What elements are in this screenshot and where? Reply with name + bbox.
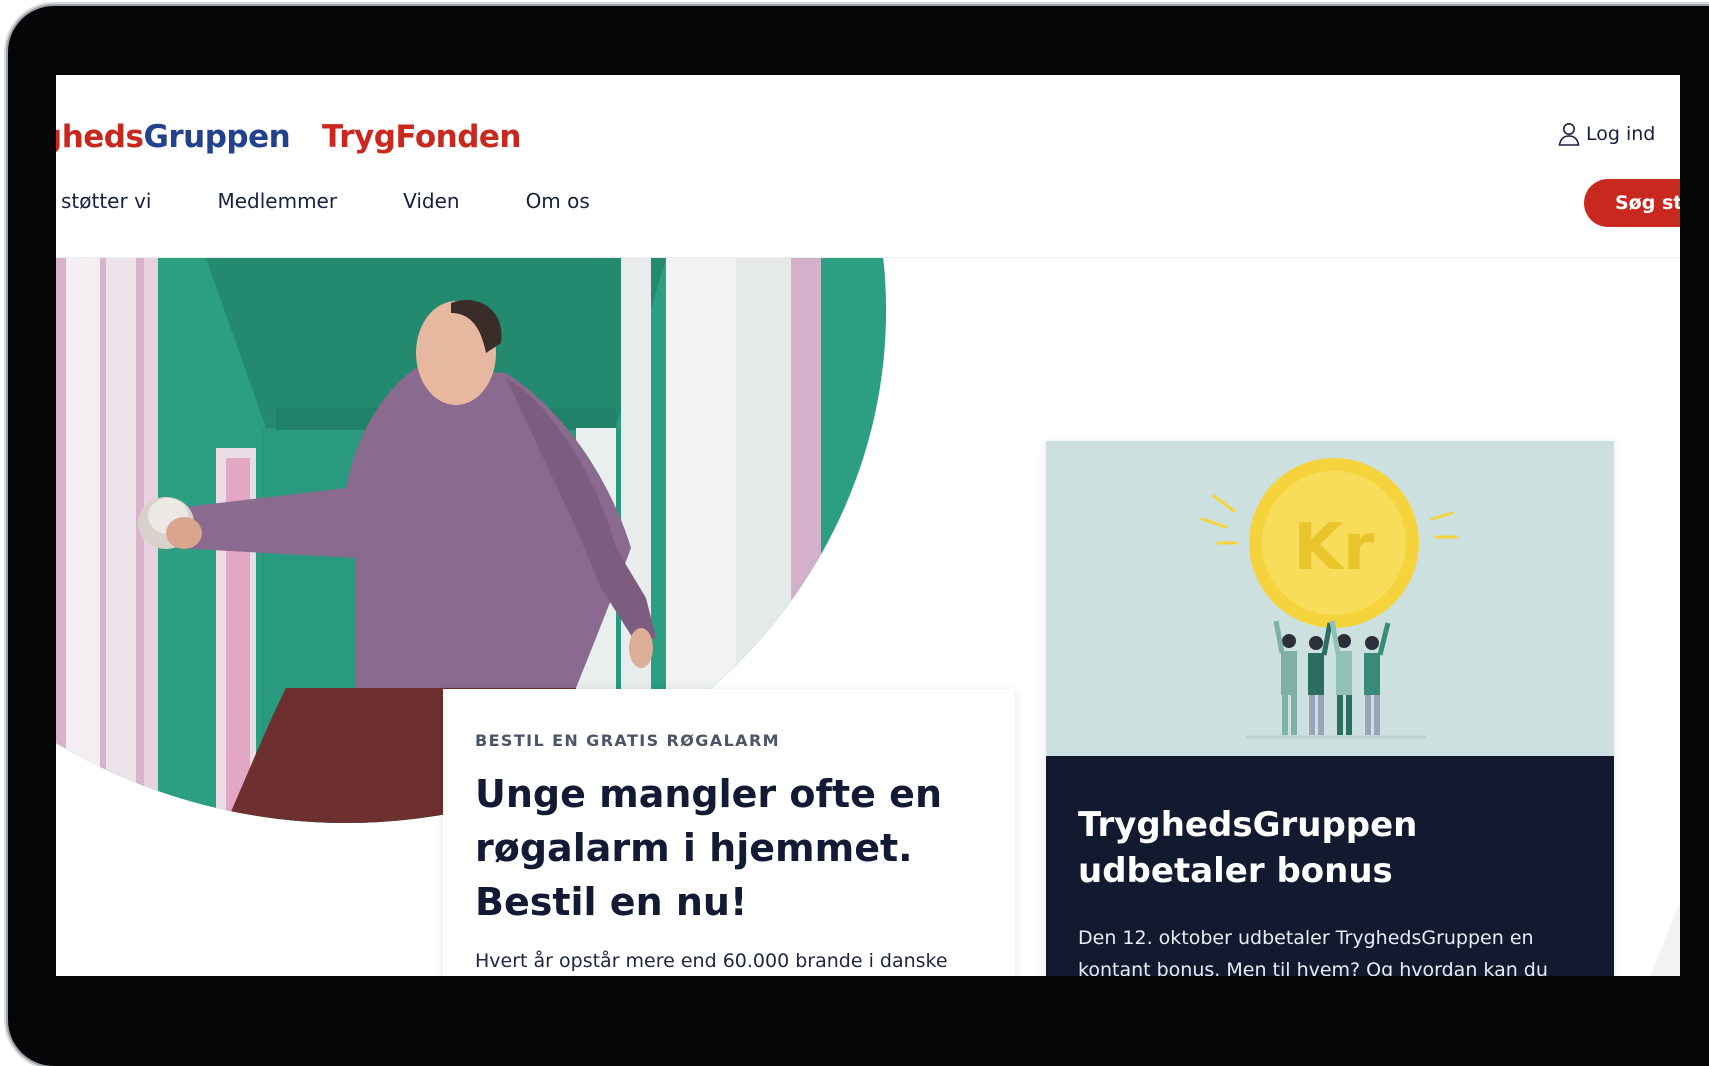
main-nav: støtter vi Medlemmer Viden Om os — [61, 189, 590, 213]
logo-text-blue: Gruppen — [143, 119, 291, 155]
bonus-card[interactable]: Kr TryghedsGruppen udbetaler bonus Den 1… — [1046, 441, 1614, 976]
logo-text-red-a: ghed — [56, 119, 126, 155]
login-label: Log ind — [1586, 123, 1656, 145]
promo-body: Hvert år opstår mere end 60.000 brande i… — [475, 950, 948, 972]
login-link[interactable]: Log ind — [1558, 122, 1655, 146]
nav-item-om-os[interactable]: Om os — [526, 189, 590, 213]
browser-viewport: ghedsGruppen TrygFonden Log ind støtter … — [56, 75, 1680, 976]
logo-text-red-b: s — [125, 119, 144, 155]
bonus-title: TryghedsGruppen udbetaler bonus — [1078, 805, 1418, 891]
background-shape — [1650, 902, 1680, 976]
bonus-illustration: Kr — [1046, 441, 1614, 756]
coin-people-illustration: Kr — [1200, 458, 1458, 739]
trygfonden-logo-text: TrygFonden — [322, 119, 522, 155]
nav-item-medlemmer[interactable]: Medlemmer — [217, 189, 337, 213]
user-icon — [1558, 122, 1580, 146]
trygfonden-logo[interactable]: TrygFonden — [322, 119, 522, 155]
bonus-body: Den 12. oktober udbetaler TryghedsGruppe… — [1078, 927, 1548, 976]
search-support-button[interactable]: Søg stø — [1584, 179, 1680, 227]
nav-item-hvad-stotter-vi[interactable]: støtter vi — [61, 189, 151, 213]
promo-card[interactable]: BESTIL EN GRATIS RØGALARM Unge mangler o… — [443, 689, 1015, 976]
promo-eyebrow: BESTIL EN GRATIS RØGALARM — [475, 731, 780, 750]
tryghedsgruppen-logo[interactable]: ghedsGruppen — [56, 119, 291, 155]
people-figures — [1273, 620, 1391, 735]
coin-label: Kr — [1293, 511, 1375, 585]
promo-title: Unge mangler ofte en røgalarm i hjemmet.… — [475, 772, 943, 924]
nav-item-viden[interactable]: Viden — [403, 189, 459, 213]
site-header: ghedsGruppen TrygFonden Log ind støtter … — [56, 75, 1680, 258]
bonus-text-panel: TryghedsGruppen udbetaler bonus Den 12. … — [1046, 756, 1614, 976]
